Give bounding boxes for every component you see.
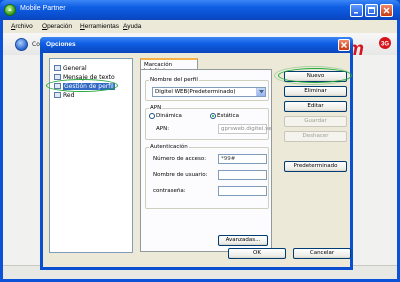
cancel-button[interactable]: Cancelar — [293, 248, 351, 259]
menu-operacion[interactable]: Operación — [42, 23, 72, 30]
window-title: Mobile Partner — [20, 5, 66, 12]
app-icon — [4, 4, 16, 16]
tree-item-red[interactable]: Red — [54, 91, 74, 99]
chevron-down-icon[interactable] — [256, 88, 265, 96]
options-dialog: Opciones General Mensaje de texto Gestió… — [40, 37, 353, 270]
dialog-close-button[interactable] — [338, 39, 350, 51]
set-default-button[interactable]: Predeterminado — [284, 161, 347, 172]
auth-group: Autenticación Número de acceso: *99# Nom… — [145, 144, 269, 209]
highlight-oval-gestion — [46, 79, 118, 92]
apn-field[interactable]: gprsweb.digitel.ve — [218, 124, 272, 134]
tab-container: Marcación telefónica Nombre del perfil D… — [140, 58, 272, 252]
globe-icon[interactable] — [15, 38, 28, 51]
folder-icon — [54, 74, 61, 80]
radio-dinamica[interactable]: Dinámica — [149, 113, 182, 119]
apn-group-title: APN — [149, 105, 163, 111]
username-label: Nombre de usuario: — [153, 172, 208, 178]
advanced-button[interactable]: Avanzadas... — [218, 235, 268, 246]
apn-label: APN: — [156, 126, 170, 132]
tab-panel: Nombre del perfil Digitel WEB(Predetermi… — [140, 69, 272, 252]
menu-ayuda[interactable]: Ayuda — [123, 23, 141, 30]
save-button[interactable]: Guardar — [284, 116, 347, 127]
profile-group: Nombre del perfil Digitel WEB(Predetermi… — [145, 77, 269, 101]
auth-group-title: Autenticación — [149, 144, 189, 150]
svg-text:3G: 3G — [381, 42, 389, 48]
undo-button[interactable]: Deshacer — [284, 131, 347, 142]
delete-button[interactable]: Eliminar — [284, 86, 347, 97]
minimize-button[interactable] — [350, 4, 363, 17]
ok-button[interactable]: OK — [228, 248, 286, 259]
access-number-label: Número de acceso: — [153, 156, 207, 162]
title-bar[interactable]: Mobile Partner — [0, 0, 400, 20]
tree-item-general[interactable]: General — [54, 64, 87, 72]
radio-icon — [149, 113, 155, 119]
dialog-title: Opciones — [46, 41, 76, 48]
maximize-button[interactable] — [365, 4, 378, 17]
radio-estatica[interactable]: Estática — [210, 113, 239, 119]
edit-button[interactable]: Editar — [284, 101, 347, 112]
apn-group: APN Dinámica Estática APN: gprsweb.digit… — [145, 105, 272, 140]
username-field[interactable] — [218, 170, 267, 180]
password-label: contraseña: — [153, 188, 186, 194]
highlight-oval-nuevo — [278, 68, 352, 83]
tab-marcacion[interactable]: Marcación telefónica — [140, 58, 198, 74]
profile-group-title: Nombre del perfil — [149, 77, 199, 83]
menu-archivo[interactable]: Archivo — [11, 23, 33, 30]
password-field[interactable] — [218, 186, 267, 196]
folder-icon — [54, 65, 61, 71]
dialog-title-bar[interactable]: Opciones — [40, 37, 353, 53]
menu-herramientas[interactable]: Herramientas — [80, 23, 119, 30]
close-button[interactable] — [380, 4, 393, 17]
access-number-field[interactable]: *99# — [218, 154, 267, 164]
profile-select[interactable]: Digitel WEB(Predeterminado) — [152, 87, 266, 97]
folder-icon — [54, 92, 61, 98]
brand-logo-icon: m 3G — [347, 37, 391, 58]
menu-bar: Archivo Operación Herramientas Ayuda — [3, 20, 397, 33]
radio-selected-icon — [210, 113, 216, 119]
